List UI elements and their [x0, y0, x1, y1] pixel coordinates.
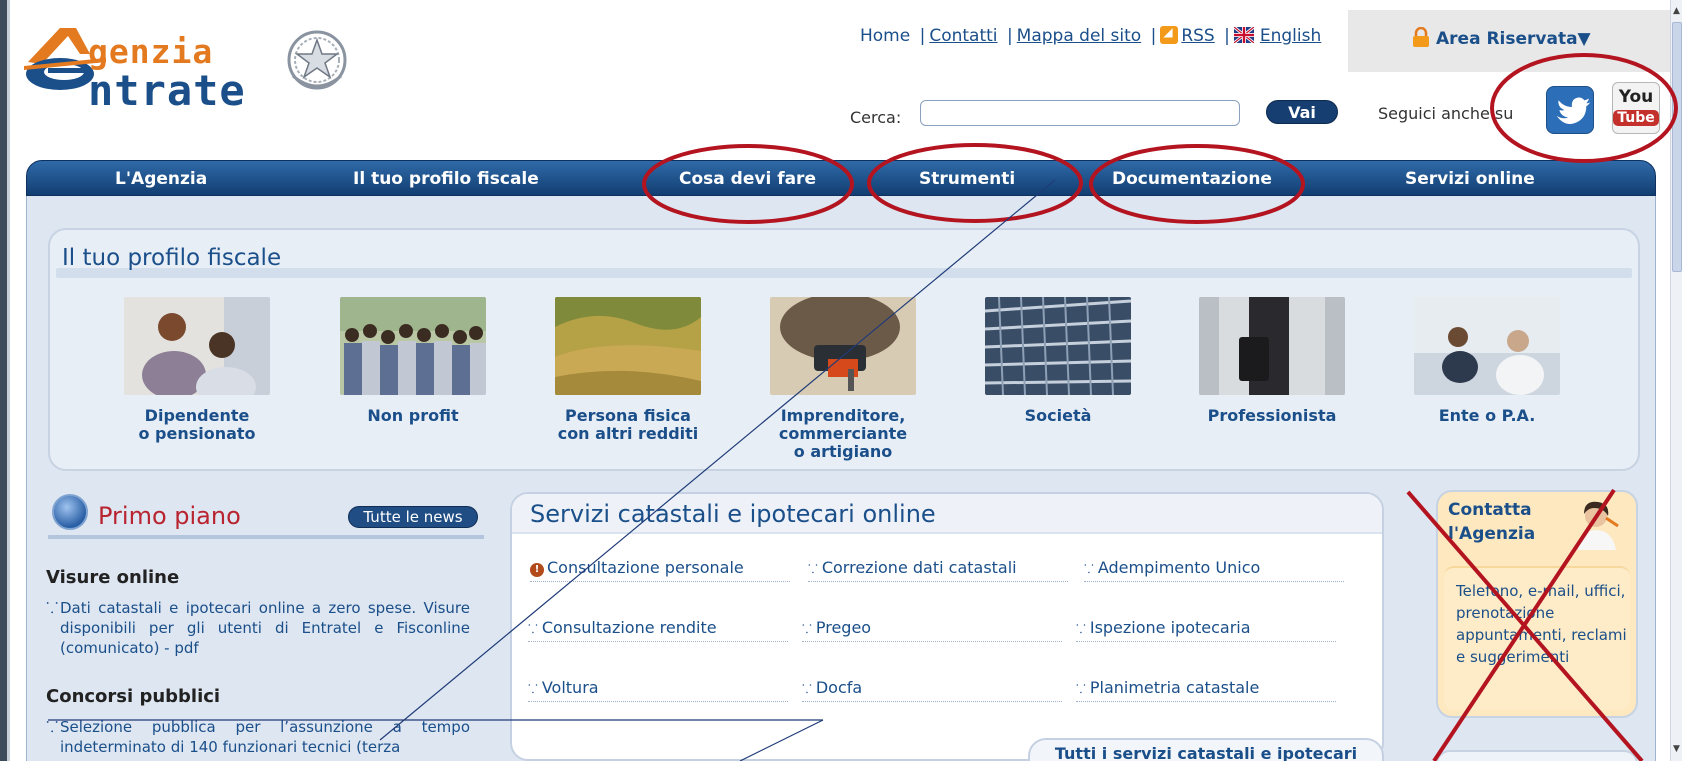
tutti-servizi-catastali-button[interactable]: Tutti i servizi catastali e ipotecari — [1028, 738, 1384, 761]
twitter-button[interactable] — [1546, 86, 1594, 134]
bullet-icon: ⸪ — [1084, 562, 1094, 576]
english-link[interactable]: English — [1260, 26, 1321, 46]
separator: | — [1224, 26, 1230, 46]
link-ispezione-ipotecaria[interactable]: ⸪ Ispezione ipotecaria — [1076, 618, 1336, 642]
contatta-title: Contatta l'Agenzia — [1448, 500, 1536, 544]
link-planimetria[interactable]: ⸪ Planimetria catastale — [1076, 678, 1336, 702]
profile-label: Non profit — [367, 406, 459, 425]
contatti-link[interactable]: Contatti — [929, 26, 997, 46]
separator: | — [919, 26, 926, 46]
nav-cosa-devi-fare[interactable]: Cosa devi fare — [679, 161, 816, 197]
imprenditore-photo — [770, 293, 916, 395]
bullet-icon: ⸪ — [528, 622, 538, 636]
youtube-button[interactable]: You Tube — [1612, 82, 1660, 134]
profile-item-imprenditore[interactable]: Imprenditore, commerciante o artigiano — [743, 293, 943, 461]
profile-label: Imprenditore, commerciante o artigiano — [778, 406, 908, 461]
republic-emblem-icon — [287, 30, 347, 90]
news-text-concorsi[interactable]: ⸪ Selezione pubblica per l’assunzione a … — [46, 717, 470, 757]
agenzia-entrate-logo[interactable]: genzia ntrate — [20, 22, 347, 115]
persona-fisica-photo — [555, 297, 701, 395]
link-correzione-dati[interactable]: ⸪ Correzione dati catastali — [808, 558, 1068, 582]
alert-icon: ! — [530, 563, 544, 577]
browser-page: genzia ntrate Home | Contatti | Mappa del … — [0, 0, 1682, 761]
bullet-icon: ⸪ — [528, 682, 538, 696]
non-profit-photo — [340, 297, 486, 395]
primo-piano-title: Primo piano — [98, 502, 241, 530]
nav-documentazione[interactable]: Documentazione — [1112, 161, 1272, 197]
bullet-icon: ⸪ — [802, 622, 812, 636]
ente-photo — [1414, 297, 1560, 395]
logo-text-line2: ntrate — [88, 66, 246, 115]
profile-label: Persona fisica con altri redditi — [557, 406, 699, 443]
link-docfa[interactable]: ⸪ Docfa — [802, 678, 1062, 702]
follow-label: Seguici anche su — [1378, 104, 1514, 123]
bullet-icon: ⸪ — [46, 599, 59, 617]
news-text-visure[interactable]: ⸪ Dati catastali e ipotecari online a ze… — [46, 598, 470, 658]
societa-photo — [984, 296, 1132, 396]
home-link[interactable]: Home — [860, 26, 910, 46]
operator-avatar-icon — [1578, 501, 1619, 550]
bullet-icon: ⸪ — [46, 718, 59, 736]
scroll-up-icon[interactable]: ▲ — [1671, 4, 1682, 18]
search-button[interactable]: Vai — [1266, 100, 1338, 124]
search-input[interactable] — [920, 100, 1240, 126]
news-heading-concorsi[interactable]: Concorsi pubblici — [46, 686, 220, 707]
profile-item-persona-fisica[interactable]: Persona fisica con altri redditi — [528, 297, 728, 443]
nav-strumenti[interactable]: Strumenti — [919, 161, 1015, 197]
catastali-title: Servizi catastali e ipotecari online — [530, 500, 936, 528]
top-links: Home |Contatti |Mappa del sito |RSS |Eng… — [860, 25, 1321, 48]
secondary-panel — [1436, 750, 1638, 761]
rss-link[interactable]: RSS — [1181, 26, 1214, 46]
lock-icon — [1413, 27, 1429, 47]
area-riservata-label: Area Riservata▼ — [1436, 29, 1591, 49]
twitter-bird-icon — [1556, 97, 1591, 125]
profile-item-ente[interactable]: Ente o P.A. — [1387, 297, 1587, 425]
vertical-scrollbar[interactable]: ▲ ▼ — [1670, 0, 1682, 761]
primo-piano-underline — [48, 535, 484, 539]
clock-icon — [52, 494, 88, 530]
bullet-icon: ⸪ — [1076, 682, 1086, 696]
link-adempimento-unico[interactable]: ⸪ Adempimento Unico — [1084, 558, 1344, 582]
link-pregeo[interactable]: ⸪ Pregeo — [802, 618, 1062, 642]
mappa-sito-link[interactable]: Mappa del sito — [1017, 26, 1142, 46]
rss-icon[interactable] — [1160, 25, 1179, 44]
nav-profilo-fiscale[interactable]: Il tuo profilo fiscale — [353, 161, 539, 197]
separator: | — [1006, 26, 1013, 46]
contatta-text: Telefono, e-mail, uffici, prenotazione a… — [1456, 582, 1627, 666]
scrollbar-thumb[interactable] — [1672, 22, 1682, 272]
profile-item-professionista[interactable]: Professionista — [1172, 297, 1372, 425]
profile-title: Il tuo profilo fiscale — [62, 245, 282, 271]
window-border — [0, 0, 10, 761]
search-label: Cerca: — [850, 108, 902, 127]
bullet-icon: ⸪ — [802, 682, 812, 696]
uk-flag-icon[interactable] — [1233, 27, 1254, 43]
area-riservata-menu[interactable]: Area Riservata▼ — [1412, 27, 1591, 49]
separator: | — [1150, 26, 1157, 46]
profile-label: Professionista — [1207, 406, 1337, 425]
bullet-icon: ⸪ — [1076, 622, 1086, 636]
link-consultazione-rendite[interactable]: ⸪ Consultazione rendite — [528, 618, 788, 642]
link-voltura[interactable]: ⸪ Voltura — [528, 678, 788, 702]
profile-title-underline — [56, 268, 1632, 278]
youtube-label-bottom: Tube — [1613, 110, 1659, 126]
profile-item-non-profit[interactable]: Non profit — [313, 297, 513, 425]
profile-item-dipendente[interactable]: Dipendente o pensionato — [97, 297, 297, 443]
tutte-le-news-button[interactable]: Tutte le news — [348, 506, 478, 528]
nav-servizi-online[interactable]: Servizi online — [1405, 161, 1535, 197]
youtube-label-top: You — [1618, 87, 1654, 107]
profile-label: Ente o P.A. — [1438, 406, 1536, 425]
main-nav: L'Agenzia Il tuo profilo fiscale Cosa de… — [26, 160, 1656, 196]
professionista-photo — [1199, 297, 1345, 395]
news-heading-visure[interactable]: Visure online — [46, 567, 179, 588]
profile-label: Dipendente o pensionato — [138, 406, 256, 443]
profile-label: Società — [1024, 406, 1092, 425]
scroll-down-icon[interactable]: ▼ — [1671, 742, 1682, 756]
dipendente-photo — [124, 297, 270, 407]
profile-item-societa[interactable]: Società — [958, 296, 1158, 425]
link-consultazione-personale[interactable]: ! Consultazione personale — [530, 558, 790, 582]
bullet-icon: ⸪ — [808, 562, 818, 576]
nav-l-agenzia[interactable]: L'Agenzia — [115, 161, 207, 197]
